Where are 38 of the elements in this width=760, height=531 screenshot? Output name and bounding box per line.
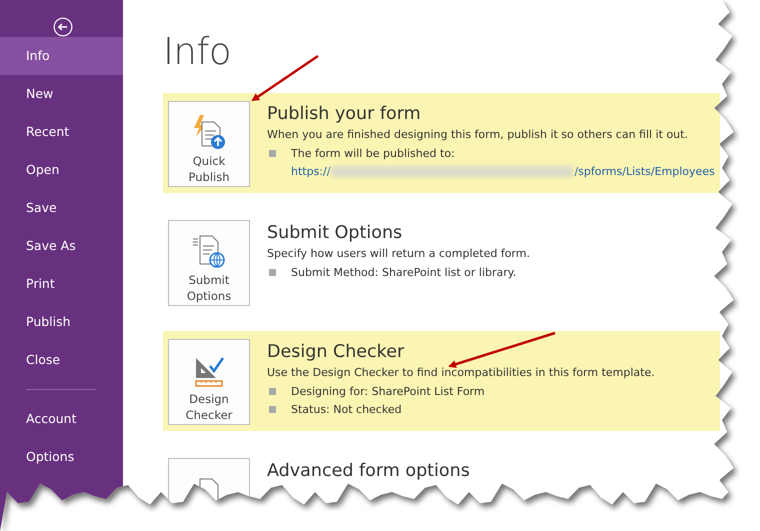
section-title: Advanced form options xyxy=(267,461,470,481)
url-link[interactable]: /spforms/Lists/Employees xyxy=(574,164,715,178)
bullet-icon xyxy=(269,406,276,412)
sidebar-item[interactable]: New xyxy=(0,75,123,113)
bullet-icon xyxy=(269,150,276,156)
sidebar-item[interactable]: Recent xyxy=(0,113,123,151)
sidebar-item[interactable]: Account xyxy=(0,400,123,438)
bullet-text: Submit Method: SharePoint list or library. xyxy=(291,266,516,278)
command-button[interactable]: Design Checker xyxy=(168,339,250,425)
button-label: Quick Publish xyxy=(188,153,230,185)
sidebar-item[interactable]: Info xyxy=(0,37,123,75)
bullet-text: The form will be published to: xyxy=(291,146,455,160)
document-upload-icon xyxy=(192,114,226,150)
sidebar-item[interactable]: Print xyxy=(0,265,123,303)
button-label: Design Checker xyxy=(186,391,232,423)
url-link[interactable]: https:// xyxy=(291,164,330,178)
page-title: Info xyxy=(163,30,232,74)
sidebar-item[interactable]: Options xyxy=(0,438,123,476)
button-label: Submit Options xyxy=(186,272,232,304)
sidebar-item[interactable]: Save As xyxy=(0,227,123,265)
section-title: Submit Options xyxy=(267,223,402,243)
bullet-text: Status: Not checked xyxy=(291,402,402,416)
section-description: When you are finished designing this form, publish it so others can fill it out. xyxy=(267,128,688,141)
command-button[interactable]: Submit Options xyxy=(168,220,250,306)
bullet-icon xyxy=(269,388,276,394)
bullet-icon xyxy=(269,268,276,276)
sidebar-item[interactable]: Close xyxy=(0,341,123,379)
section-title: Design Checker xyxy=(267,342,404,362)
section-description: Use the Design Checker to find incompatibilities in this form template. xyxy=(267,366,655,379)
section-title: Publish your form xyxy=(267,104,421,124)
command-button[interactable]: Quick Publish xyxy=(168,101,250,187)
document-globe-icon xyxy=(192,233,226,269)
bullet-text: Designing for: SharePoint List Form xyxy=(291,384,485,398)
sidebar-item[interactable]: Publish xyxy=(0,303,123,341)
sidebar-item[interactable]: Save xyxy=(0,189,123,227)
annotation-arrow xyxy=(251,54,319,102)
section-description: Specify how users will return a completed form. xyxy=(267,247,530,260)
sidebar-item[interactable]: Open xyxy=(0,151,123,189)
